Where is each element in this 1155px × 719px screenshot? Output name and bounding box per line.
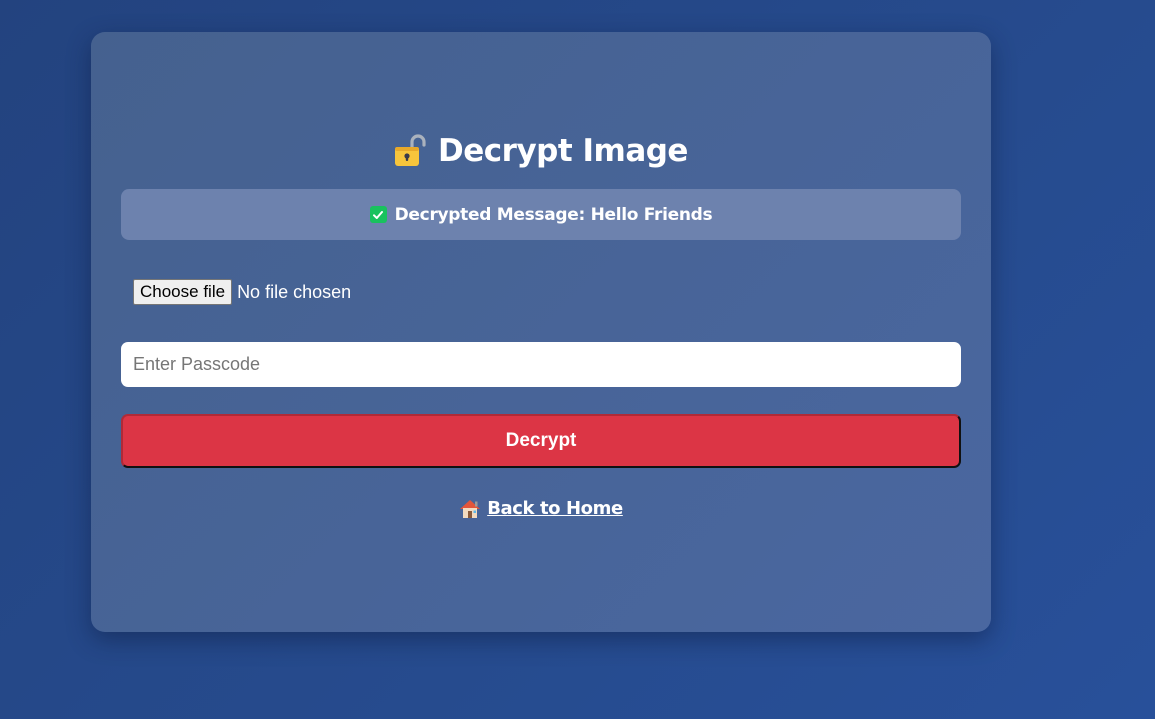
passcode-input[interactable] <box>121 342 961 387</box>
decrypted-message-text: Decrypted Message: Hello Friends <box>394 204 713 225</box>
check-mark-icon <box>369 206 387 223</box>
file-input[interactable]: Choose file No file chosen <box>133 279 351 305</box>
back-to-home-label: Back to Home <box>487 498 623 519</box>
decrypt-card: Decrypt Image Decrypted Message: Hello F… <box>91 32 991 632</box>
house-icon <box>460 499 481 518</box>
back-link-row: Back to Home <box>91 498 991 519</box>
page-title: Decrypt Image <box>438 133 688 169</box>
unlocked-padlock-icon <box>395 134 426 166</box>
choose-file-button[interactable]: Choose file <box>133 279 233 305</box>
decrypt-button[interactable]: Decrypt <box>121 414 961 468</box>
file-status-text: No file chosen <box>237 281 352 302</box>
title-row: Decrypt Image <box>91 126 991 176</box>
decrypted-message-banner: Decrypted Message: Hello Friends <box>121 189 961 240</box>
back-to-home-link[interactable]: Back to Home <box>459 498 623 519</box>
